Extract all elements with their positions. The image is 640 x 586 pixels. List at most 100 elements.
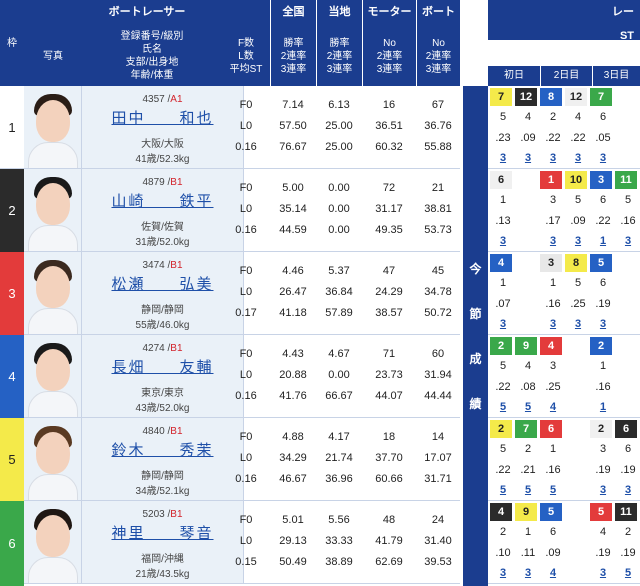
racer-name-link[interactable]: 鈴木 秀茉 [82, 441, 243, 461]
racer-photo[interactable] [24, 86, 82, 168]
entry-course-link[interactable]: 3 [565, 314, 591, 335]
motor-line: 2連率 [376, 50, 403, 62]
entry-course-link[interactable]: 5 [515, 480, 541, 501]
boat-cell: 14 17.07 31.71 [416, 418, 460, 500]
branch-origin: 静岡/静岡 [141, 471, 184, 482]
racer-photo[interactable] [24, 335, 82, 417]
age-weight: 21歳/43.5kg [135, 569, 190, 580]
racer-name-link[interactable]: 松瀬 弘美 [82, 275, 243, 295]
course-square: 3 [540, 254, 562, 272]
racer-info: 4879 /B1 山崎 鉄平 佐賀/佐賀 31歳/52.0kg [82, 169, 244, 251]
motor-cell: 16 36.51 60.32 [362, 86, 416, 168]
entry-course-link[interactable]: 3 [590, 480, 616, 501]
entry-course-link[interactable]: 3 [490, 148, 516, 169]
entry-course-link[interactable] [565, 480, 591, 501]
finish-rank [565, 356, 591, 377]
entry-course-link[interactable]: 5 [540, 480, 566, 501]
entry-course-link[interactable]: 3 [590, 314, 616, 335]
entry-course-link[interactable] [515, 314, 541, 335]
start-timing: .19 [595, 298, 611, 310]
racer-photo[interactable] [24, 418, 82, 500]
entry-course-link[interactable]: 3 [565, 148, 591, 169]
entry-course-link[interactable]: 3 [515, 148, 541, 169]
entry-course-link[interactable] [565, 397, 591, 418]
finish-rank: 5 [499, 360, 507, 372]
local-2rate: 36.84 [325, 286, 353, 298]
start-timing: .21 [520, 464, 536, 476]
course-square: 5 [590, 254, 612, 272]
branch-origin: 大阪/大阪 [141, 139, 184, 150]
right-header-gap [488, 40, 640, 66]
info-line: 支部/出身地 [125, 57, 179, 68]
finish-rank: 3 [549, 360, 557, 372]
course-square: 6 [540, 420, 562, 438]
start-timing [515, 294, 541, 315]
motor-cell: 48 41.79 62.69 [362, 501, 416, 583]
national-header: 全国 [270, 0, 316, 26]
entry-course-link[interactable]: 3 [490, 563, 516, 584]
reg-line: 4357 /A1 [82, 94, 243, 105]
racer-name-link[interactable]: 長畑 友輔 [82, 358, 243, 378]
entry-course-link[interactable]: 4 [540, 397, 566, 418]
start-timing: .25 [570, 298, 586, 310]
racer-photo[interactable] [24, 501, 82, 583]
start-timing [565, 543, 591, 564]
finish-rank: 3 [599, 443, 607, 455]
entry-course-link[interactable]: 3 [590, 148, 616, 169]
entry-course-link[interactable]: 3 [540, 231, 566, 252]
national-cell: 5.01 29.13 50.49 [270, 501, 316, 583]
entry-course-link[interactable]: 3 [590, 563, 616, 584]
entry-course-link[interactable]: 5 [515, 397, 541, 418]
finish-rank [515, 273, 541, 294]
motor-no: 18 [382, 431, 396, 443]
entry-course-link[interactable] [515, 231, 541, 252]
class-badge: B1 [170, 260, 183, 271]
entry-course-link[interactable]: 1 [590, 397, 616, 418]
st-cell: F0 L0 0.16 [222, 169, 270, 251]
entry-course-link[interactable]: 4 [540, 563, 566, 584]
course-square: 4 [540, 337, 562, 355]
entry-course-link[interactable]: 5 [615, 563, 640, 584]
course-square: 7 [490, 88, 512, 106]
entry-course-link[interactable]: 3 [565, 231, 591, 252]
entry-course-link[interactable]: 3 [490, 231, 516, 252]
motor-cell: 18 37.70 60.66 [362, 418, 416, 500]
finish-rank [565, 439, 591, 460]
local-2rate: 21.74 [325, 452, 353, 464]
l-count: L0 [239, 369, 253, 381]
racer-name-link[interactable]: 山崎 鉄平 [82, 192, 243, 212]
entry-course-link[interactable]: 3 [615, 480, 640, 501]
day-header-3: 3日目 [592, 66, 640, 86]
local-win-rate: 4.17 [328, 431, 350, 443]
start-timing: .16 [595, 381, 611, 393]
l-count: L0 [239, 535, 253, 547]
finish-rank: 5 [574, 277, 582, 289]
boat-3rate: 50.72 [424, 307, 452, 319]
start-timing: .16 [620, 215, 636, 227]
avg-st: 0.16 [235, 473, 257, 485]
entry-course-link[interactable]: 5 [490, 397, 516, 418]
racer-photo[interactable] [24, 169, 82, 251]
age-weight: 41歳/52.3kg [135, 154, 190, 165]
finish-rank [515, 190, 541, 211]
entry-course-link[interactable]: 3 [490, 314, 516, 335]
entry-course-link[interactable] [565, 563, 591, 584]
entry-course-link[interactable]: 3 [515, 563, 541, 584]
racer-photo[interactable] [24, 252, 82, 334]
entry-course-link[interactable]: 3 [615, 231, 640, 252]
start-timing: .11 [520, 547, 536, 559]
motor-3rate: 60.32 [375, 141, 403, 153]
entry-course-link[interactable]: 3 [540, 148, 566, 169]
racer-name-link[interactable]: 神里 琴音 [82, 524, 243, 544]
boat-cell: 67 36.76 55.88 [416, 86, 460, 168]
st-cell: F0 L0 0.17 [222, 252, 270, 334]
reg-number: 4274 / [142, 343, 171, 354]
entry-course-link[interactable]: 1 [590, 231, 616, 252]
entry-course-link[interactable]: 3 [540, 314, 566, 335]
motor-no: 48 [382, 514, 396, 526]
entry-course-link[interactable]: 5 [490, 480, 516, 501]
f-count: F0 [239, 99, 253, 111]
course-square: 9 [515, 337, 537, 355]
racer-name-link[interactable]: 田中 和也 [82, 109, 243, 129]
motor-2rate: 37.70 [375, 452, 403, 464]
